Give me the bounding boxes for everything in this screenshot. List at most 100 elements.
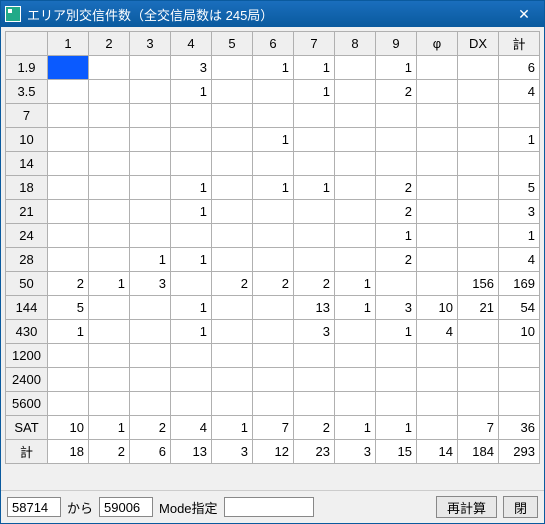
grid-cell[interactable]: 1 (130, 248, 171, 272)
grid-cell[interactable]: 2 (89, 440, 130, 464)
qso-grid[interactable]: 123456789φDX計1.9311163.51124710111418111… (5, 31, 540, 464)
grid-cell[interactable] (294, 248, 335, 272)
grid-cell[interactable] (253, 320, 294, 344)
grid-cell[interactable] (294, 368, 335, 392)
grid-cell[interactable]: 6 (130, 440, 171, 464)
grid-cell[interactable]: 2 (294, 272, 335, 296)
grid-cell[interactable]: 1 (294, 176, 335, 200)
row-header[interactable]: 7 (6, 104, 48, 128)
grid-cell[interactable]: 3 (130, 272, 171, 296)
row-header[interactable]: SAT (6, 416, 48, 440)
grid-cell[interactable]: 1 (171, 296, 212, 320)
grid-cell[interactable] (499, 104, 540, 128)
range-from-input[interactable] (7, 497, 61, 517)
grid-cell[interactable] (499, 368, 540, 392)
grid-cell[interactable]: 169 (499, 272, 540, 296)
grid-cell[interactable] (335, 224, 376, 248)
grid-cell[interactable] (417, 176, 458, 200)
grid-cell[interactable] (89, 344, 130, 368)
grid-cell[interactable] (499, 152, 540, 176)
col-header[interactable]: 6 (253, 32, 294, 56)
grid-cell[interactable] (89, 368, 130, 392)
grid-cell[interactable] (130, 224, 171, 248)
grid-cell[interactable] (335, 368, 376, 392)
grid-cell[interactable]: 18 (48, 440, 89, 464)
grid-cell[interactable] (458, 200, 499, 224)
grid-cell[interactable] (417, 200, 458, 224)
grid-cell[interactable]: 2 (294, 416, 335, 440)
grid-cell[interactable] (48, 368, 89, 392)
grid-cell[interactable] (212, 80, 253, 104)
grid-cell[interactable]: 4 (499, 80, 540, 104)
grid-cell[interactable]: 2 (48, 272, 89, 296)
grid-cell[interactable] (89, 176, 130, 200)
grid-cell[interactable]: 4 (499, 248, 540, 272)
grid-cell[interactable]: 3 (171, 56, 212, 80)
recalc-button[interactable]: 再計算 (436, 496, 497, 518)
grid-cell[interactable] (253, 368, 294, 392)
grid-cell[interactable] (458, 368, 499, 392)
grid-cell[interactable]: 36 (499, 416, 540, 440)
row-header[interactable]: 10 (6, 128, 48, 152)
grid-cell[interactable] (171, 128, 212, 152)
grid-cell[interactable]: 1 (376, 320, 417, 344)
close-button[interactable]: 閉 (503, 496, 538, 518)
grid-cell[interactable] (212, 368, 253, 392)
grid-cell[interactable] (89, 56, 130, 80)
grid-cell[interactable] (335, 152, 376, 176)
grid-cell[interactable] (48, 176, 89, 200)
grid-cell[interactable] (417, 248, 458, 272)
grid-cell[interactable]: 15 (376, 440, 417, 464)
row-header[interactable]: 14 (6, 152, 48, 176)
grid-cell[interactable] (130, 56, 171, 80)
grid-cell[interactable] (376, 272, 417, 296)
grid-cell[interactable]: 1 (89, 272, 130, 296)
grid-cell[interactable] (376, 104, 417, 128)
grid-cell[interactable] (376, 128, 417, 152)
grid-cell[interactable]: 13 (171, 440, 212, 464)
grid-cell[interactable]: 23 (294, 440, 335, 464)
row-header[interactable]: 2400 (6, 368, 48, 392)
grid-cell[interactable]: 1 (253, 56, 294, 80)
grid-cell[interactable] (376, 368, 417, 392)
row-header[interactable]: 計 (6, 440, 48, 464)
grid-cell[interactable]: 3 (294, 320, 335, 344)
grid-cell[interactable]: 13 (294, 296, 335, 320)
row-header[interactable]: 18 (6, 176, 48, 200)
grid-cell[interactable] (458, 104, 499, 128)
grid-cell[interactable]: 7 (458, 416, 499, 440)
col-header[interactable]: 2 (89, 32, 130, 56)
grid-cell[interactable] (212, 248, 253, 272)
grid-cell[interactable] (294, 200, 335, 224)
grid-cell[interactable] (335, 128, 376, 152)
grid-cell[interactable] (89, 152, 130, 176)
grid-cell[interactable] (417, 128, 458, 152)
grid-cell[interactable]: 1 (89, 416, 130, 440)
grid-cell[interactable] (458, 392, 499, 416)
col-header[interactable]: 8 (335, 32, 376, 56)
grid-cell[interactable] (130, 176, 171, 200)
grid-cell[interactable] (89, 296, 130, 320)
grid-cell[interactable] (417, 152, 458, 176)
grid-cell[interactable] (376, 392, 417, 416)
grid-cell[interactable] (48, 56, 89, 80)
grid-cell[interactable]: 2 (376, 80, 417, 104)
grid-cell[interactable] (212, 176, 253, 200)
grid-cell[interactable] (335, 80, 376, 104)
grid-cell[interactable]: 1 (335, 296, 376, 320)
grid-cell[interactable]: 54 (499, 296, 540, 320)
grid-cell[interactable] (335, 248, 376, 272)
row-header[interactable]: 3.5 (6, 80, 48, 104)
grid-cell[interactable] (294, 104, 335, 128)
row-header[interactable]: 1.9 (6, 56, 48, 80)
col-header[interactable]: 7 (294, 32, 335, 56)
grid-cell[interactable]: 1 (499, 128, 540, 152)
grid-cell[interactable] (171, 224, 212, 248)
grid-cell[interactable]: 1 (48, 320, 89, 344)
grid-cell[interactable] (458, 224, 499, 248)
grid-cell[interactable]: 10 (499, 320, 540, 344)
grid-cell[interactable] (171, 272, 212, 296)
row-header[interactable]: 24 (6, 224, 48, 248)
grid-cell[interactable]: 1 (294, 80, 335, 104)
grid-cell[interactable]: 1 (253, 176, 294, 200)
